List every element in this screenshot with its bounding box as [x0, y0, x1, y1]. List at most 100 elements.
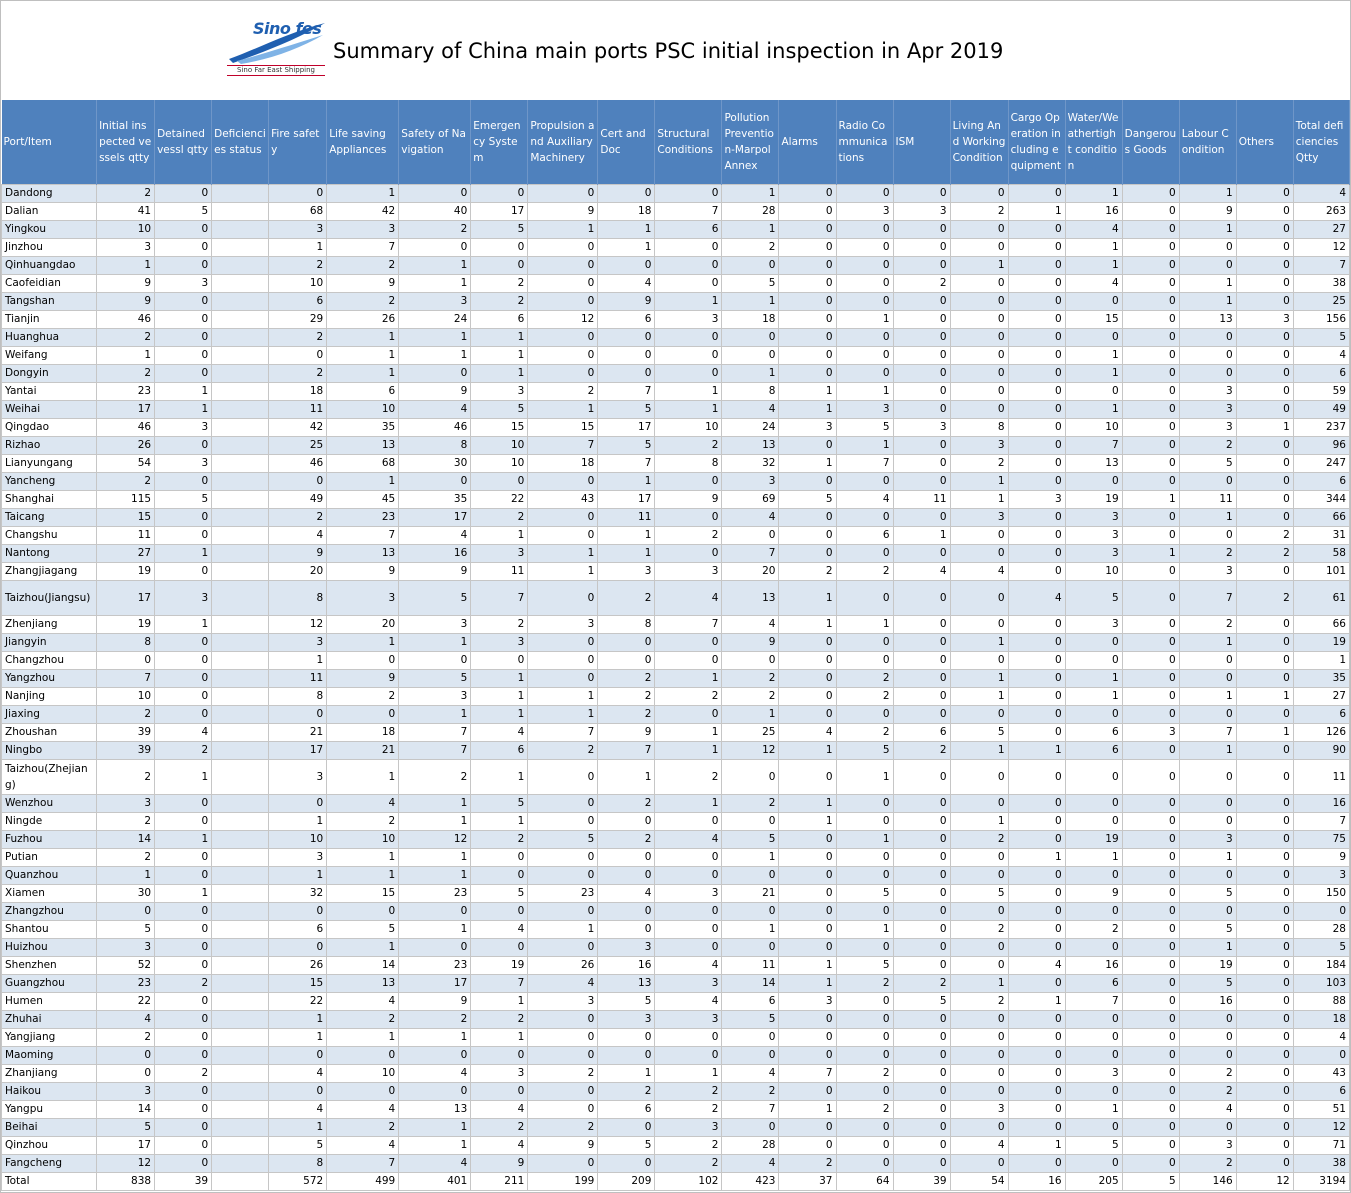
- value-cell: 1: [1064, 1100, 1123, 1119]
- value-cell: 0: [268, 902, 328, 921]
- value-cell: 3: [398, 292, 472, 311]
- value-cell: 42: [268, 418, 328, 437]
- value-cell: 0: [892, 364, 951, 383]
- value-cell: 0: [1007, 705, 1066, 724]
- value-cell: 0: [835, 220, 894, 239]
- value-cell: 0: [1235, 830, 1294, 849]
- value-cell: 1: [1064, 256, 1123, 275]
- value-cell: 2: [1235, 544, 1294, 563]
- value-cell: 0: [1178, 1028, 1237, 1047]
- value-cell: 2: [835, 974, 894, 993]
- value-cell: 0: [654, 920, 723, 939]
- value-cell: 7: [721, 1100, 780, 1119]
- value-cell: 0: [1121, 974, 1180, 993]
- value-cell: 28: [1292, 920, 1351, 939]
- value-cell: 2: [96, 364, 156, 383]
- value-cell: 0: [470, 256, 529, 275]
- value-cell: 1: [654, 382, 723, 401]
- value-cell: 0: [1121, 848, 1180, 867]
- value-cell: 0: [778, 1136, 837, 1155]
- value-cell: 2: [470, 1118, 529, 1137]
- value-cell: 0: [1235, 490, 1294, 509]
- value-cell: 23: [96, 382, 156, 401]
- value-cell: 7: [778, 1064, 837, 1083]
- value-cell: 4: [597, 884, 656, 903]
- value-cell: 16: [597, 956, 656, 975]
- value-cell: 3: [268, 220, 328, 239]
- value-cell: 5: [1178, 920, 1237, 939]
- value-cell: 5: [470, 884, 529, 903]
- table-row: Beihai 5 0 1 2 1 2 2 0 3 0 0 0 0 0 0 0 0 0 0 12: [0, 1118, 1351, 1137]
- value-cell: 23: [398, 956, 472, 975]
- value-cell: 75: [1292, 830, 1351, 849]
- table-row: Ningde 2 0 1 2 1 1 0 0 0 0 1 0 0 1 0 0 0 0 0 7: [0, 812, 1351, 831]
- value-cell: 17: [268, 741, 328, 760]
- value-cell: 1: [949, 974, 1009, 993]
- value-cell: 0: [527, 1028, 599, 1047]
- value-cell: 0: [1121, 1064, 1180, 1083]
- value-cell: 1: [1235, 418, 1294, 437]
- value-cell: 0: [778, 364, 837, 383]
- value-cell: 5: [1064, 580, 1123, 616]
- value-cell: 8: [398, 436, 472, 455]
- value-cell: 2: [96, 1028, 156, 1047]
- port-name-cell: Rizhao: [0, 436, 98, 455]
- value-cell: 2: [949, 454, 1009, 473]
- value-cell: 1: [778, 812, 837, 831]
- value-cell: 24: [721, 418, 780, 437]
- value-cell: 2: [597, 1082, 656, 1101]
- value-cell: 2: [326, 1010, 400, 1029]
- value-cell: 0: [268, 346, 328, 365]
- port-name-cell: Beihai: [0, 1118, 98, 1137]
- value-cell: 2: [1178, 1154, 1237, 1173]
- port-name-cell: Ningde: [0, 812, 98, 831]
- value-cell: 0: [778, 292, 837, 311]
- value-cell: 5: [835, 884, 894, 903]
- value-cell: 0: [949, 184, 1009, 203]
- value-cell: 0: [778, 310, 837, 329]
- value-cell: 0: [1235, 1046, 1294, 1065]
- value-cell: 1: [326, 633, 400, 652]
- value-cell: 1: [1178, 292, 1237, 311]
- value-cell: 1: [470, 346, 529, 365]
- value-cell: 35: [326, 418, 400, 437]
- value-cell: 0: [398, 364, 472, 383]
- value-cell: 0: [597, 920, 656, 939]
- port-name-cell: Zhenjiang: [0, 615, 98, 634]
- value-cell: 2: [597, 669, 656, 688]
- value-cell: 0: [1235, 741, 1294, 760]
- value-cell: 3: [1064, 508, 1123, 527]
- port-name-cell: Dandong: [0, 184, 98, 203]
- value-cell: [211, 562, 270, 581]
- value-cell: 0: [778, 526, 837, 545]
- value-cell: 19: [1064, 830, 1123, 849]
- value-cell: 2: [835, 669, 894, 688]
- value-cell: 9: [654, 490, 723, 509]
- table-row: Dalian 41 5 68 42 40 17 9 18 7 28 0 3 3 2 1 16 0 9 0 263: [0, 202, 1351, 221]
- value-cell: 0: [835, 1136, 894, 1155]
- value-cell: 61: [1292, 580, 1351, 616]
- value-cell: [211, 382, 270, 401]
- value-cell: 1: [527, 400, 599, 419]
- value-cell: 0: [835, 472, 894, 491]
- port-name-cell: Wenzhou: [0, 794, 98, 813]
- value-cell: 0: [154, 1136, 213, 1155]
- table-row: Yangzhou 7 0 11 9 5 1 0 2 1 2 0 2 0 1 0 1 0 0 0 35: [0, 669, 1351, 688]
- value-cell: 0: [1235, 992, 1294, 1011]
- port-name-cell: Jiaxing: [0, 705, 98, 724]
- value-cell: 0: [892, 1118, 951, 1137]
- value-cell: 4: [268, 1100, 328, 1119]
- table-row: Guangzhou 23 2 15 13 17 7 4 13 3 14 1 2 2 1 0 6 0 5 0 103: [0, 974, 1351, 993]
- value-cell: 0: [1064, 651, 1123, 670]
- value-cell: [211, 220, 270, 239]
- value-cell: 52: [96, 956, 156, 975]
- value-cell: 1: [778, 400, 837, 419]
- value-cell: 9: [470, 1154, 529, 1173]
- value-cell: 1: [949, 669, 1009, 688]
- value-cell: 0: [892, 902, 951, 921]
- value-cell: 2: [470, 292, 529, 311]
- value-cell: 0: [949, 238, 1009, 257]
- value-cell: 0: [527, 651, 599, 670]
- value-cell: 0: [654, 328, 723, 347]
- value-cell: 1: [949, 741, 1009, 760]
